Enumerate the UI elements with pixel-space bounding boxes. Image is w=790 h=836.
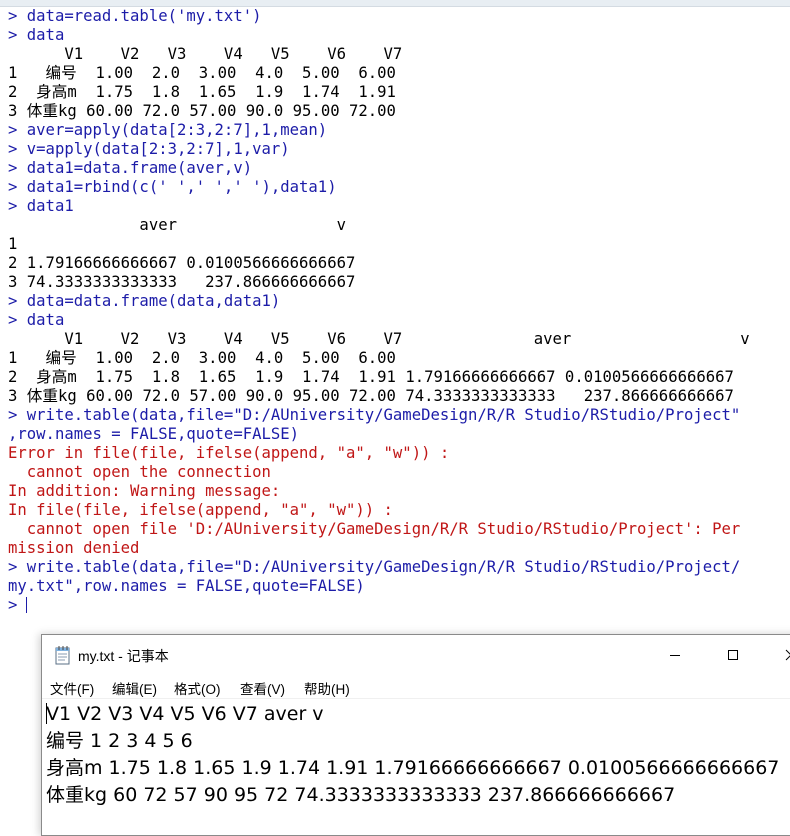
minimize-icon: [670, 655, 680, 656]
console-command-line: > aver=apply(data[2:3,2:7],1,mean): [8, 121, 328, 139]
console-command-line: > data1=data.frame(aver,v): [8, 159, 253, 177]
console-output-line: 2 身高m 1.75 1.8 1.65 1.9 1.74 1.91 1.7916…: [8, 368, 734, 386]
console-prompt[interactable]: >: [8, 596, 790, 615]
menu-view[interactable]: 查看(V): [240, 678, 285, 698]
text-line: 体重kg 60 72 57 90 95 72 74.3333333333333 …: [46, 784, 676, 806]
notepad-text-area[interactable]: V1 V2 V3 V4 V5 V6 V7 aver v 编号 1 2 3 4 5…: [46, 701, 790, 809]
console-output-line: 3 74.3333333333333 237.866666666667: [8, 273, 356, 291]
console-command-line: > data: [8, 26, 65, 44]
console-error-line: mission denied: [8, 539, 140, 557]
notepad-window[interactable]: my.txt - 记事本 文件(F) 编辑(E) 格式(O) 查看(V) 帮助(…: [41, 634, 790, 836]
console-output-line: V1 V2 V3 V4 V5 V6 V7: [8, 45, 403, 63]
maximize-icon: [728, 650, 738, 660]
console-command-line: my.txt",row.names = FALSE,quote=FALSE): [8, 577, 365, 595]
close-button[interactable]: [768, 635, 790, 675]
console-output-line: 3 体重kg 60.00 72.0 57.00 90.0 95.00 72.00…: [8, 387, 734, 405]
console-output-line: 2 身高m 1.75 1.8 1.65 1.9 1.74 1.91: [8, 83, 396, 101]
notepad-icon: [55, 646, 70, 665]
menu-edit[interactable]: 编辑(E): [112, 678, 157, 698]
console-command-line: > data: [8, 311, 65, 329]
console-error-line: cannot open the connection: [8, 463, 271, 481]
console-output-line: 2 1.79166666666667 0.0100566666666667: [8, 254, 356, 272]
console-command-line: > write.table(data,file="D:/AUniversity/…: [8, 558, 741, 576]
console-command-line: > data=read.table('my.txt'): [8, 7, 262, 25]
console-output-line: 1 编号 1.00 2.0 3.00 4.0 5.00 6.00: [8, 64, 396, 82]
console-output: > data=read.table('my.txt') > data V1 V2 …: [8, 7, 790, 615]
minimize-button[interactable]: [652, 635, 698, 675]
console-command-line: > write.table(data,file="D:/AUniversity/…: [8, 406, 741, 424]
text-line-header: V1 V2 V3 V4 V5 V6 V7 aver v: [46, 703, 324, 725]
console-error-line: In file(file, ifelse(append, "a", "w")) …: [8, 501, 393, 519]
menu-help[interactable]: 帮助(H): [304, 678, 350, 698]
console-output-line: 1: [8, 235, 18, 253]
close-icon: [785, 649, 790, 661]
console-output-line: aver v: [8, 216, 346, 234]
console-error-line: Error in file(file, ifelse(append, "a", …: [8, 444, 450, 462]
console-command-line: > data1: [8, 197, 74, 215]
console-output-line: 1 编号 1.00 2.0 3.00 4.0 5.00 6.00: [8, 349, 396, 367]
console-command-line: > data=data.frame(data,data1): [8, 292, 281, 310]
console-command-line: > v=apply(data[2:3,2:7],1,var): [8, 140, 290, 158]
window-title: my.txt - 记事本: [78, 648, 169, 664]
console-top-strip: [0, 0, 790, 7]
notepad-menubar: 文件(F) 编辑(E) 格式(O) 查看(V) 帮助(H): [42, 675, 790, 697]
maximize-button[interactable]: [710, 635, 756, 675]
console-output-line: 3 体重kg 60.00 72.0 57.00 90.0 95.00 72.00: [8, 102, 396, 120]
console-output-line: V1 V2 V3 V4 V5 V6 V7 aver v: [8, 330, 750, 348]
console-command-line: > data1=rbind(c(' ',' ',' '),data1): [8, 178, 337, 196]
notepad-titlebar[interactable]: my.txt - 记事本: [42, 635, 790, 675]
console-cursor: [26, 597, 28, 613]
menu-file[interactable]: 文件(F): [50, 678, 94, 698]
console-error-line: cannot open file 'D:/AUniversity/GameDes…: [8, 520, 741, 538]
console-command-line: ,row.names = FALSE,quote=FALSE): [8, 425, 300, 443]
menubar-divider: [42, 698, 790, 699]
menu-format[interactable]: 格式(O): [174, 678, 221, 698]
console-error-line: In addition: Warning message:: [8, 482, 281, 500]
text-line: 身高m 1.75 1.8 1.65 1.9 1.74 1.91 1.791666…: [46, 757, 780, 779]
text-line: 编号 1 2 3 4 5 6: [46, 730, 193, 752]
